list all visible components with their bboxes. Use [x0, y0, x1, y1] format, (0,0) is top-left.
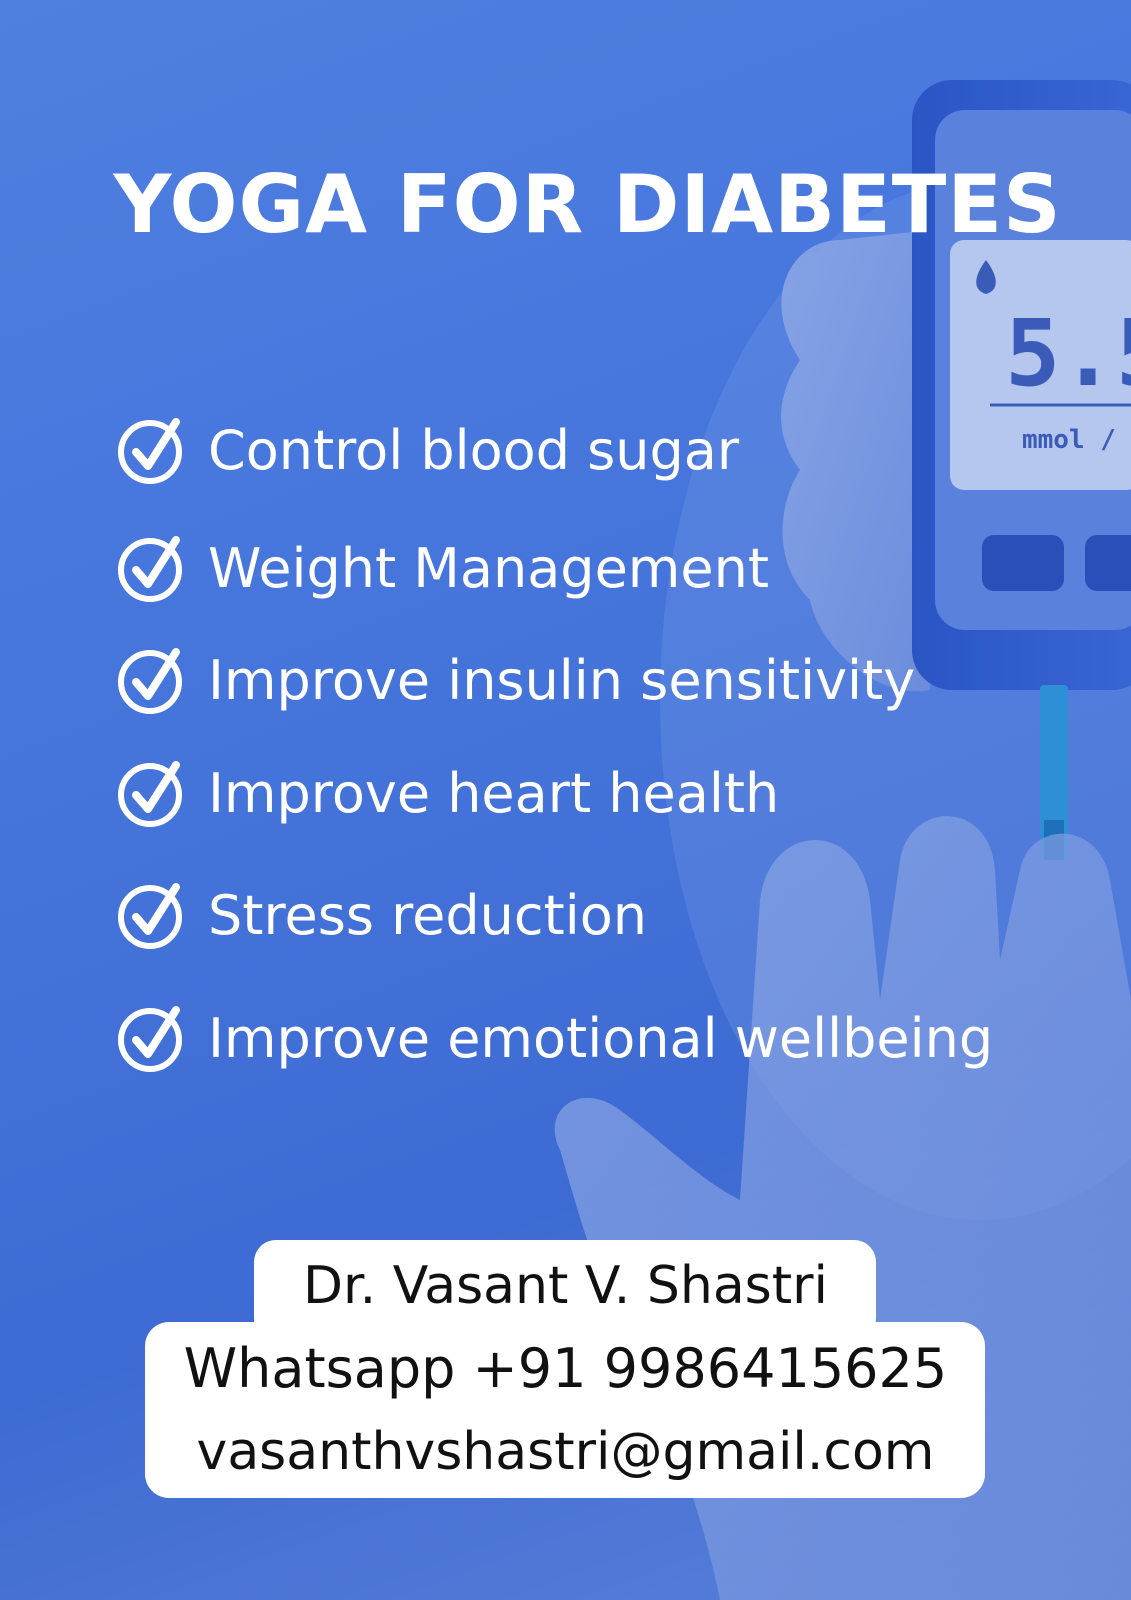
poster: 5.5 mmol / YOGA FOR DIABETES Control blo… [0, 0, 1131, 1600]
poster-title: YOGA FOR DIABETES [113, 158, 1062, 251]
benefit-item: Improve heart health [116, 753, 1046, 833]
benefit-item: Stress reduction [116, 875, 1046, 955]
benefit-label: Stress reduction [208, 883, 647, 947]
meter-reading: 5.5 [1005, 300, 1131, 407]
benefit-item: Improve emotional wellbeing [116, 998, 1046, 1078]
benefit-item: Weight Management [116, 528, 1046, 608]
benefit-label: Improve insulin sensitivity [208, 648, 916, 712]
benefit-item: Control blood sugar [116, 410, 1046, 490]
benefit-label: Improve heart health [208, 761, 780, 825]
benefit-item: Improve insulin sensitivity [116, 640, 1046, 720]
check-circle-icon [118, 536, 182, 602]
benefit-label: Control blood sugar [208, 418, 740, 482]
check-circle-icon [118, 761, 182, 827]
benefit-label: Improve emotional wellbeing [208, 1006, 994, 1070]
check-circle-icon [118, 883, 182, 949]
check-circle-icon [118, 648, 182, 714]
check-circle-icon [118, 418, 182, 484]
check-circle-icon [118, 1006, 182, 1072]
benefit-label: Weight Management [208, 536, 770, 600]
